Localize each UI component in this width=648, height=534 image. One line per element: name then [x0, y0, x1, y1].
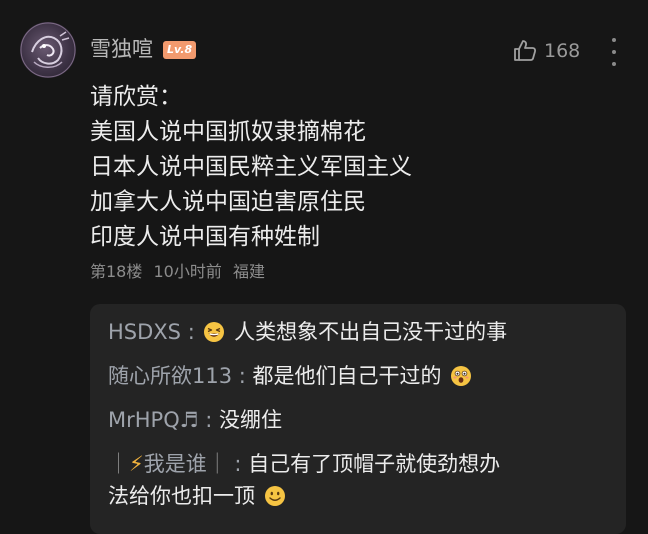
floor-number: 第18楼 — [90, 262, 143, 281]
comment-body-line: 请欣赏： — [90, 84, 182, 110]
reply-username[interactable]: HSDXS — [108, 320, 181, 344]
reply-user-suffix: ｜ — [206, 452, 228, 476]
thumbs-up-icon — [514, 40, 537, 61]
comment-body-line: 加拿大人说中国迫害原住民 — [90, 189, 366, 215]
comment-body-line: 美国人说中国抓奴隶摘棉花 — [90, 119, 366, 145]
like-count: 168 — [544, 40, 581, 62]
comment-meta: 第18楼 10小时前 福建 — [90, 261, 271, 283]
username[interactable]: 雪独喧 — [90, 36, 153, 62]
reply-text: 自己有了顶帽子就使劲想办 — [248, 452, 501, 476]
reply-separator: : — [227, 452, 249, 476]
more-vertical-icon[interactable] — [604, 38, 624, 66]
avatar-image — [20, 22, 76, 78]
reply-separator: : — [198, 408, 219, 432]
reply-text: 人类想象不出自己没干过的事 — [227, 320, 508, 344]
time-ago: 10小时前 — [153, 262, 222, 281]
reply-item[interactable]: HSDXS : 人类想象不出自己没干过的事 — [108, 318, 507, 346]
location: 福建 — [232, 262, 265, 281]
avatar[interactable] — [20, 22, 76, 78]
reply-item-continuation[interactable]: 法给你也扣一顶 — [108, 482, 288, 510]
smiley-emoji — [264, 485, 286, 507]
reply-separator: : — [181, 320, 195, 344]
reply-username[interactable]: 随心所欲113 — [108, 364, 232, 388]
comment-body: 请欣赏： 美国人说中国抓奴隶摘棉花 日本人说中国民粹主义军国主义 加拿大人说中国… — [90, 80, 610, 255]
reply-item[interactable]: ｜⚡我是谁｜ : 自己有了顶帽子就使劲想办 — [108, 450, 500, 478]
comment-body-line: 印度人说中国有种姓制 — [90, 224, 320, 250]
reply-separator: : — [232, 364, 253, 388]
reply-username[interactable]: MrHPQ♬ — [108, 408, 199, 432]
comment-body-line: 日本人说中国民粹主义军国主义 — [90, 154, 412, 180]
reply-user-prefix: ｜ — [108, 452, 129, 476]
comment-card: 雪独喧 Lv.8 168 请欣赏： 美国人说中国抓奴隶摘棉花 日本人说中国民粹主… — [0, 0, 648, 534]
like-button[interactable]: 168 — [512, 36, 580, 66]
reply-text: 没绷住 — [219, 408, 282, 432]
reply-list[interactable]: HSDXS : 人类想象不出自己没干过的事 随心所欲113 : 都是他们自己干过… — [90, 304, 626, 534]
grinning-squint-emoji — [203, 321, 225, 343]
reply-text: 都是他们自己干过的 — [252, 364, 442, 388]
lightning-icon: ⚡ — [129, 452, 144, 476]
level-badge: Lv.8 — [163, 41, 197, 59]
reply-item[interactable]: 随心所欲113 : 都是他们自己干过的 — [108, 362, 474, 390]
astonished-emoji — [450, 365, 472, 387]
reply-item[interactable]: MrHPQ♬ : 没绷住 — [108, 406, 282, 434]
reply-username[interactable]: 我是谁 — [144, 452, 207, 476]
reply-text: 法给你也扣一顶 — [108, 484, 255, 508]
